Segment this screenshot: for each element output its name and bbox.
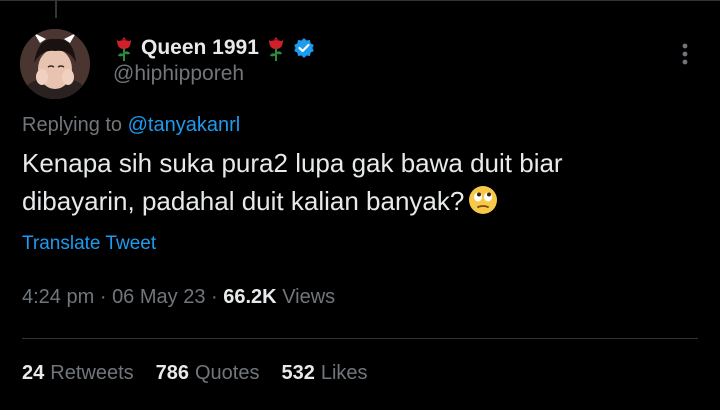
meta-separator: · (99, 286, 107, 308)
retweets-count: 24 (22, 362, 45, 384)
engagement-stats: 24 Retweets 786 Quotes 532 Likes (22, 362, 368, 385)
rose-icon (265, 34, 287, 62)
author-handle[interactable]: @hiphipporeh (113, 62, 244, 86)
replying-to-label: Replying to (22, 114, 123, 136)
tweet-meta: 4:24 pm · 06 May 23 · 66.2K Views (22, 286, 335, 309)
author-name-row: Queen 1991 (113, 33, 315, 63)
quotes-count: 786 (155, 362, 189, 384)
eye-roll-emoji-icon (468, 185, 498, 215)
quotes-label: Quotes (195, 362, 260, 384)
views-count: 66.2K (223, 286, 277, 308)
replying-to-mention-link[interactable]: @tanyakanrl (128, 114, 241, 136)
avatar[interactable] (20, 29, 90, 99)
quotes-stat[interactable]: 786 Quotes (156, 362, 260, 385)
tweet-date[interactable]: 06 May 23 (112, 286, 205, 308)
retweets-label: Retweets (50, 362, 134, 384)
meta-divider (22, 338, 698, 339)
replying-to-line: Replying to @tanyakanrl (22, 114, 240, 137)
rose-icon (113, 34, 135, 62)
more-options-icon[interactable] (673, 40, 697, 68)
views-label: Views (282, 286, 336, 308)
retweets-stat[interactable]: 24 Retweets (22, 362, 134, 385)
top-divider (0, 0, 720, 1)
author-display-name[interactable]: Queen 1991 (141, 36, 259, 60)
likes-count: 532 (281, 362, 315, 384)
translate-tweet-link[interactable]: Translate Tweet (22, 233, 156, 255)
verified-badge-icon (293, 37, 315, 59)
thread-connector-line (55, 0, 57, 18)
likes-stat[interactable]: 532 Likes (281, 362, 367, 385)
tweet-time[interactable]: 4:24 pm (22, 286, 94, 308)
likes-label: Likes (320, 362, 368, 384)
tweet-text: Kenapa sih suka pura2 lupa gak bawa duit… (22, 144, 682, 220)
meta-separator: · (211, 286, 218, 308)
